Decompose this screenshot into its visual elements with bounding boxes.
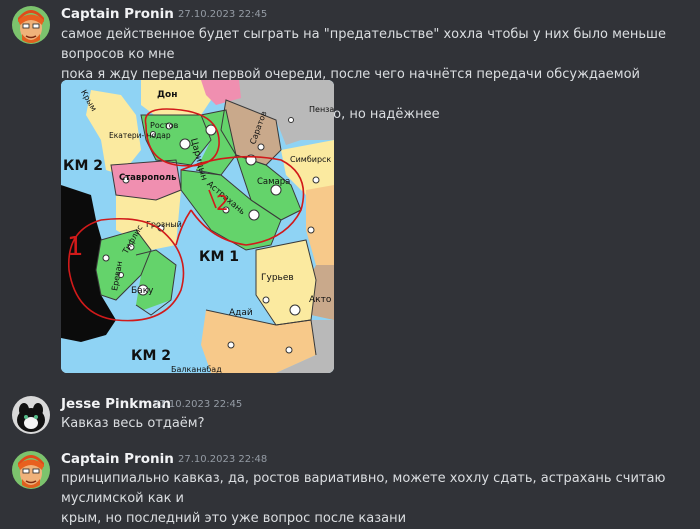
- avatar-captain-pronin-image: [12, 6, 50, 44]
- map-label-simbirsk: Симбирск: [290, 155, 331, 164]
- map-image: Дон Саратов Пенза Ростов Царицын Екатери…: [61, 80, 334, 373]
- annotation-number-1: 1: [67, 232, 84, 262]
- avatar[interactable]: [12, 6, 50, 44]
- message-line: Кавказ весь отдаём?: [61, 416, 205, 431]
- avatar-jesse-pinkman-image: [12, 396, 50, 434]
- annotation-number-2: 2: [216, 191, 229, 215]
- map-label-penza: Пенза: [309, 105, 334, 114]
- map-label-stavropol: Ставрополь: [119, 173, 177, 183]
- avatar[interactable]: [12, 396, 50, 434]
- map-label-gurev: Гурьев: [261, 273, 294, 283]
- map-label-samara: Самара: [257, 177, 290, 187]
- message-line: крым, но последний это уже вопрос после …: [61, 511, 407, 526]
- message-1: Captain Pronin 27.10.2023 22:45 самое де…: [0, 0, 700, 122]
- map-label-baku: Баку: [131, 286, 154, 296]
- map-label-don: Дон: [157, 90, 177, 100]
- message-2: Jesse Pinkman 27.10.2023 22:45 Кавказ ве…: [0, 390, 700, 440]
- avatar-captain-pronin-image: [12, 451, 50, 489]
- map-label-ekaterinodar: Екатери- нодар: [109, 131, 171, 140]
- map-image-attachment[interactable]: Дон Саратов Пенза Ростов Царицын Екатери…: [61, 80, 334, 373]
- message-text: принципиально кавказ, да, ростов вариати…: [61, 469, 691, 529]
- timestamp: 27.10.2023 22:45: [153, 399, 243, 410]
- map-label-km2-bottom: КМ 2: [131, 348, 171, 364]
- map-label-aktobe: Акто: [309, 295, 332, 305]
- message-text: Кавказ весь отдаём?: [61, 414, 691, 434]
- map-label-balkhan: Балканабад: [171, 365, 222, 373]
- map-label-rostov: Ростов: [150, 121, 179, 130]
- author-name[interactable]: Captain Pronin: [61, 6, 174, 22]
- map-label-adai: Адай: [229, 308, 253, 318]
- timestamp: 27.10.2023 22:45: [178, 9, 268, 20]
- message-3: Captain Pronin 27.10.2023 22:48 принципи…: [0, 445, 700, 526]
- author-name[interactable]: Captain Pronin: [61, 451, 174, 467]
- timestamp: 27.10.2023 22:48: [178, 454, 268, 465]
- map-label-km1: КМ 1: [199, 249, 239, 265]
- map-label-km2-top: КМ 2: [63, 158, 103, 174]
- avatar[interactable]: [12, 451, 50, 489]
- message-line: самое действенное будет сыграть на "пред…: [61, 27, 666, 62]
- message-line: принципиально кавказ, да, ростов вариати…: [61, 471, 666, 506]
